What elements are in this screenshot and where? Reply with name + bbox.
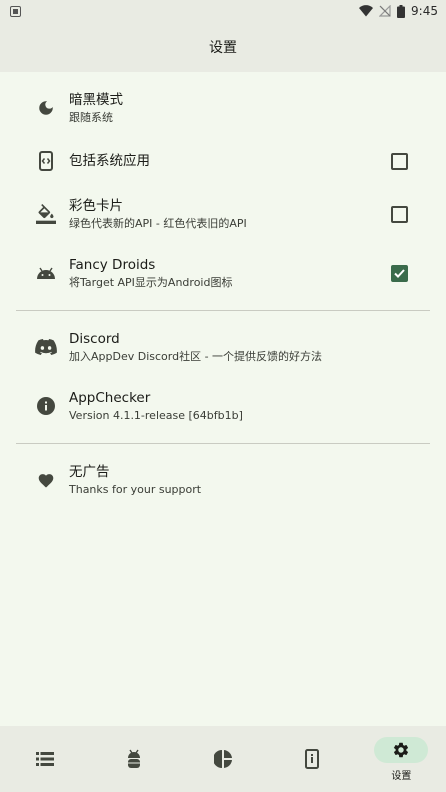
setting-label: Fancy Droids: [69, 257, 156, 273]
divider: [16, 443, 430, 444]
discord-icon: [34, 335, 58, 359]
setting-dark-mode[interactable]: 暗黑模式 跟随系统: [0, 81, 446, 135]
setting-sub: Thanks for your support: [69, 483, 202, 496]
phone-info-icon: [285, 746, 339, 772]
android-icon: [34, 261, 58, 285]
setting-sub: 绿色代表新的API - 红色代表旧的API: [69, 217, 247, 230]
fancy-droids-checkbox[interactable]: [391, 264, 408, 282]
setting-appchecker[interactable]: AppChecker Version 4.1.1-release [64bfb1…: [0, 379, 446, 433]
setting-sub: 跟随系统: [69, 111, 113, 124]
setting-label: 暗黑模式: [69, 92, 123, 108]
setting-no-ads[interactable]: 无广告 Thanks for your support: [0, 453, 446, 507]
color-cards-checkbox[interactable]: [391, 205, 408, 223]
setting-sub: 加入AppDev Discord社区 - 一个提供反馈的好方法: [69, 350, 323, 363]
info-icon: [34, 394, 58, 418]
clock: 9:45: [411, 4, 438, 18]
system-app-icon: [34, 149, 58, 173]
setting-label: 包括系统应用: [69, 153, 150, 169]
settings-list: 暗黑模式 跟随系统 包括系统应用 彩色卡片 绿色代表新的API - 红色代表旧的…: [0, 72, 446, 726]
pie-chart-icon: [196, 746, 250, 772]
moon-icon: [34, 96, 58, 120]
paint-bucket-icon: [34, 202, 58, 226]
page-title: 设置: [209, 40, 237, 56]
setting-discord[interactable]: Discord 加入AppDev Discord社区 - 一个提供反馈的好方法: [0, 320, 446, 374]
setting-color-cards[interactable]: 彩色卡片 绿色代表新的API - 红色代表旧的API: [0, 187, 446, 241]
notification-icon: [10, 5, 21, 17]
wifi-icon: [359, 5, 374, 17]
nav-item-list[interactable]: [0, 726, 89, 792]
setting-label: 无广告: [69, 464, 110, 480]
setting-label: AppChecker: [69, 390, 151, 406]
nav-item-chart[interactable]: [178, 726, 267, 792]
setting-label: 彩色卡片: [69, 198, 123, 214]
status-bar: 9:45: [0, 0, 446, 22]
nav-label-settings: 设置: [391, 770, 412, 782]
divider: [16, 310, 430, 311]
list-icon: [18, 746, 72, 772]
setting-fancy-droids[interactable]: Fancy Droids 将Target API显示为Android图标: [0, 246, 446, 300]
nav-item-settings[interactable]: 设置: [357, 726, 446, 792]
battery-icon: [397, 4, 406, 18]
setting-include-system-apps[interactable]: 包括系统应用: [0, 134, 446, 188]
heart-icon: [34, 468, 58, 492]
no-signal-icon: [379, 5, 391, 17]
include-system-checkbox[interactable]: [391, 152, 408, 170]
setting-label: Discord: [69, 331, 120, 347]
android-bug-icon: [107, 746, 161, 772]
nav-item-android[interactable]: [89, 726, 178, 792]
nav-item-device[interactable]: [268, 726, 357, 792]
setting-sub: Version 4.1.1-release [64bfb1b]: [69, 409, 243, 422]
check-icon: [394, 268, 405, 278]
top-app-bar: 设置: [0, 22, 446, 72]
setting-sub: 将Target API显示为Android图标: [69, 276, 233, 289]
gear-icon: [374, 736, 429, 763]
bottom-navigation: 设置: [0, 726, 446, 792]
